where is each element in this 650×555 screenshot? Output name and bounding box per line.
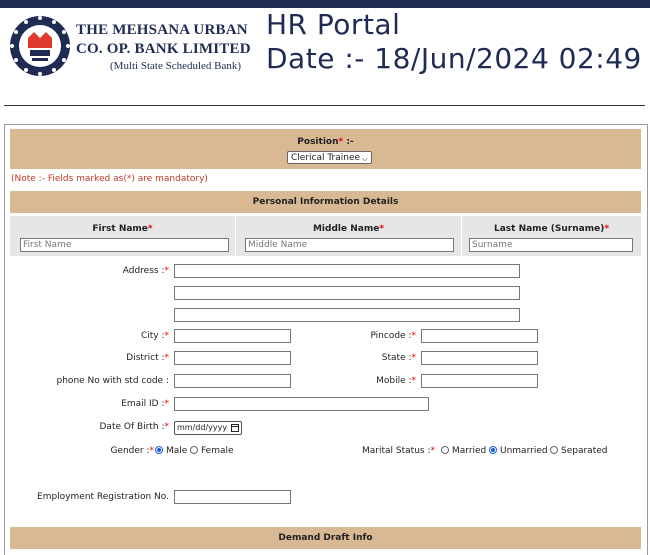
- first-name-input[interactable]: [20, 238, 229, 252]
- portal-date: Date :- 18/Jun/2024 02:49: [266, 42, 642, 75]
- middle-name-input[interactable]: [245, 238, 454, 252]
- phone-input[interactable]: [174, 374, 291, 388]
- required-mark: *: [164, 422, 170, 432]
- phone-label: phone No with std code :: [56, 376, 169, 386]
- last-name-cell: Last Name (Surname)*: [462, 216, 641, 256]
- marital-married-label: Married: [452, 446, 487, 456]
- email-input[interactable]: [174, 397, 429, 411]
- dob-input[interactable]: mm/dd/yyyy: [174, 421, 242, 435]
- mobile-label-text: Mobile :: [376, 376, 412, 386]
- required-mark: *: [379, 224, 385, 234]
- address-label-text: Address :: [122, 266, 165, 276]
- bank-name: THE MEHSANA URBAN CO. OP. BANK LIMITED (…: [76, 21, 251, 73]
- city-label: City :*: [141, 331, 169, 341]
- required-mark: *: [164, 399, 170, 409]
- position-label-suffix: :-: [343, 137, 354, 147]
- gender-male-label: Male: [166, 446, 188, 456]
- gender-label: Gender :*: [110, 446, 154, 456]
- dob-label-text: Date Of Birth :: [99, 422, 165, 432]
- dob-placeholder: mm/dd/yyyy: [177, 423, 228, 432]
- email-label-text: Email ID :: [121, 399, 165, 409]
- position-label-text: Position: [297, 137, 339, 147]
- gender-male-radio[interactable]: [155, 446, 163, 454]
- required-mark: *: [164, 266, 170, 276]
- required-mark: *: [164, 353, 170, 363]
- pincode-label: Pincode :*: [370, 331, 416, 341]
- bank-name-line1: THE MEHSANA URBAN: [76, 22, 248, 38]
- address-line3-input[interactable]: [174, 308, 520, 322]
- dob-label: Date Of Birth :*: [100, 422, 170, 432]
- first-name-heading: First Name*: [10, 224, 235, 234]
- gender-female-radio[interactable]: [190, 446, 198, 454]
- marital-married-radio[interactable]: [441, 446, 449, 454]
- position-band: Position* :- Clerical Trainee ⌵: [10, 129, 641, 169]
- marital-unmarried-radio[interactable]: [489, 446, 497, 454]
- first-name-cell: First Name*: [10, 216, 236, 256]
- mobile-input[interactable]: [421, 374, 538, 388]
- name-grid: First Name* Middle Name* Last Name (Surn…: [10, 216, 641, 256]
- required-mark: *: [411, 331, 417, 341]
- bank-logo-icon: [10, 16, 70, 76]
- address-label: Address :*: [123, 266, 169, 276]
- state-label-text: State :: [381, 353, 412, 363]
- gender-label-text: Gender :: [110, 446, 150, 456]
- address-line2-input[interactable]: [174, 286, 520, 300]
- middle-name-label: Middle Name: [312, 224, 380, 234]
- last-name-heading: Last Name (Surname)*: [462, 224, 641, 234]
- state-label: State :*: [382, 353, 416, 363]
- required-mark: *: [147, 224, 153, 234]
- marital-separated-label: Separated: [561, 446, 608, 456]
- middle-name-cell: Middle Name*: [236, 216, 462, 256]
- application-form: Position* :- Clerical Trainee ⌵ (Note :-…: [4, 124, 648, 555]
- marital-separated-radio[interactable]: [550, 446, 558, 454]
- mobile-label: Mobile :*: [376, 376, 416, 386]
- gender-female-label: Female: [201, 446, 234, 456]
- required-mark: *: [430, 446, 436, 456]
- bank-name-line3: (Multi State Scheduled Bank): [110, 60, 242, 72]
- city-label-text: City :: [140, 331, 165, 341]
- marital-unmarried-label: Unmarried: [500, 446, 548, 456]
- address-line1-input[interactable]: [174, 264, 520, 278]
- employment-reg-input[interactable]: [174, 490, 291, 504]
- required-mark: *: [604, 224, 610, 234]
- required-mark: *: [411, 353, 417, 363]
- position-selected: Clerical Trainee: [291, 153, 361, 163]
- chevron-down-icon: ⌵: [361, 154, 368, 163]
- city-input[interactable]: [174, 329, 291, 343]
- marital-status-label-text: Marital Status :: [362, 446, 431, 456]
- personal-info-header: Personal Information Details: [10, 191, 641, 213]
- bank-name-line2: CO. OP. BANK LIMITED: [76, 41, 251, 57]
- top-bar: [0, 0, 650, 8]
- position-select[interactable]: Clerical Trainee ⌵: [287, 151, 372, 164]
- email-label: Email ID :*: [121, 399, 169, 409]
- required-mark: *: [164, 331, 170, 341]
- pincode-input[interactable]: [421, 329, 538, 343]
- position-label: Position* :-: [10, 137, 641, 147]
- mandatory-note: (Note :- Fields marked as(*) are mandato…: [11, 174, 208, 184]
- first-name-label: First Name: [92, 224, 148, 234]
- required-mark: *: [149, 446, 155, 456]
- employment-reg-label: Employment Registration No.: [37, 492, 169, 502]
- last-name-label: Last Name (Surname): [493, 224, 605, 234]
- district-input[interactable]: [174, 351, 291, 365]
- last-name-input[interactable]: [469, 238, 633, 252]
- required-mark: *: [411, 376, 417, 386]
- calendar-icon[interactable]: [231, 424, 239, 432]
- demand-draft-header: Demand Draft Info: [10, 527, 641, 549]
- district-label: District :*: [126, 353, 169, 363]
- district-label-text: District :: [126, 353, 165, 363]
- middle-name-heading: Middle Name*: [236, 224, 461, 234]
- state-input[interactable]: [421, 351, 538, 365]
- pincode-label-text: Pincode :: [370, 331, 412, 341]
- portal-title: HR Portal: [266, 8, 401, 41]
- marital-status-label: Marital Status :*: [362, 446, 435, 456]
- header-divider: [4, 105, 645, 106]
